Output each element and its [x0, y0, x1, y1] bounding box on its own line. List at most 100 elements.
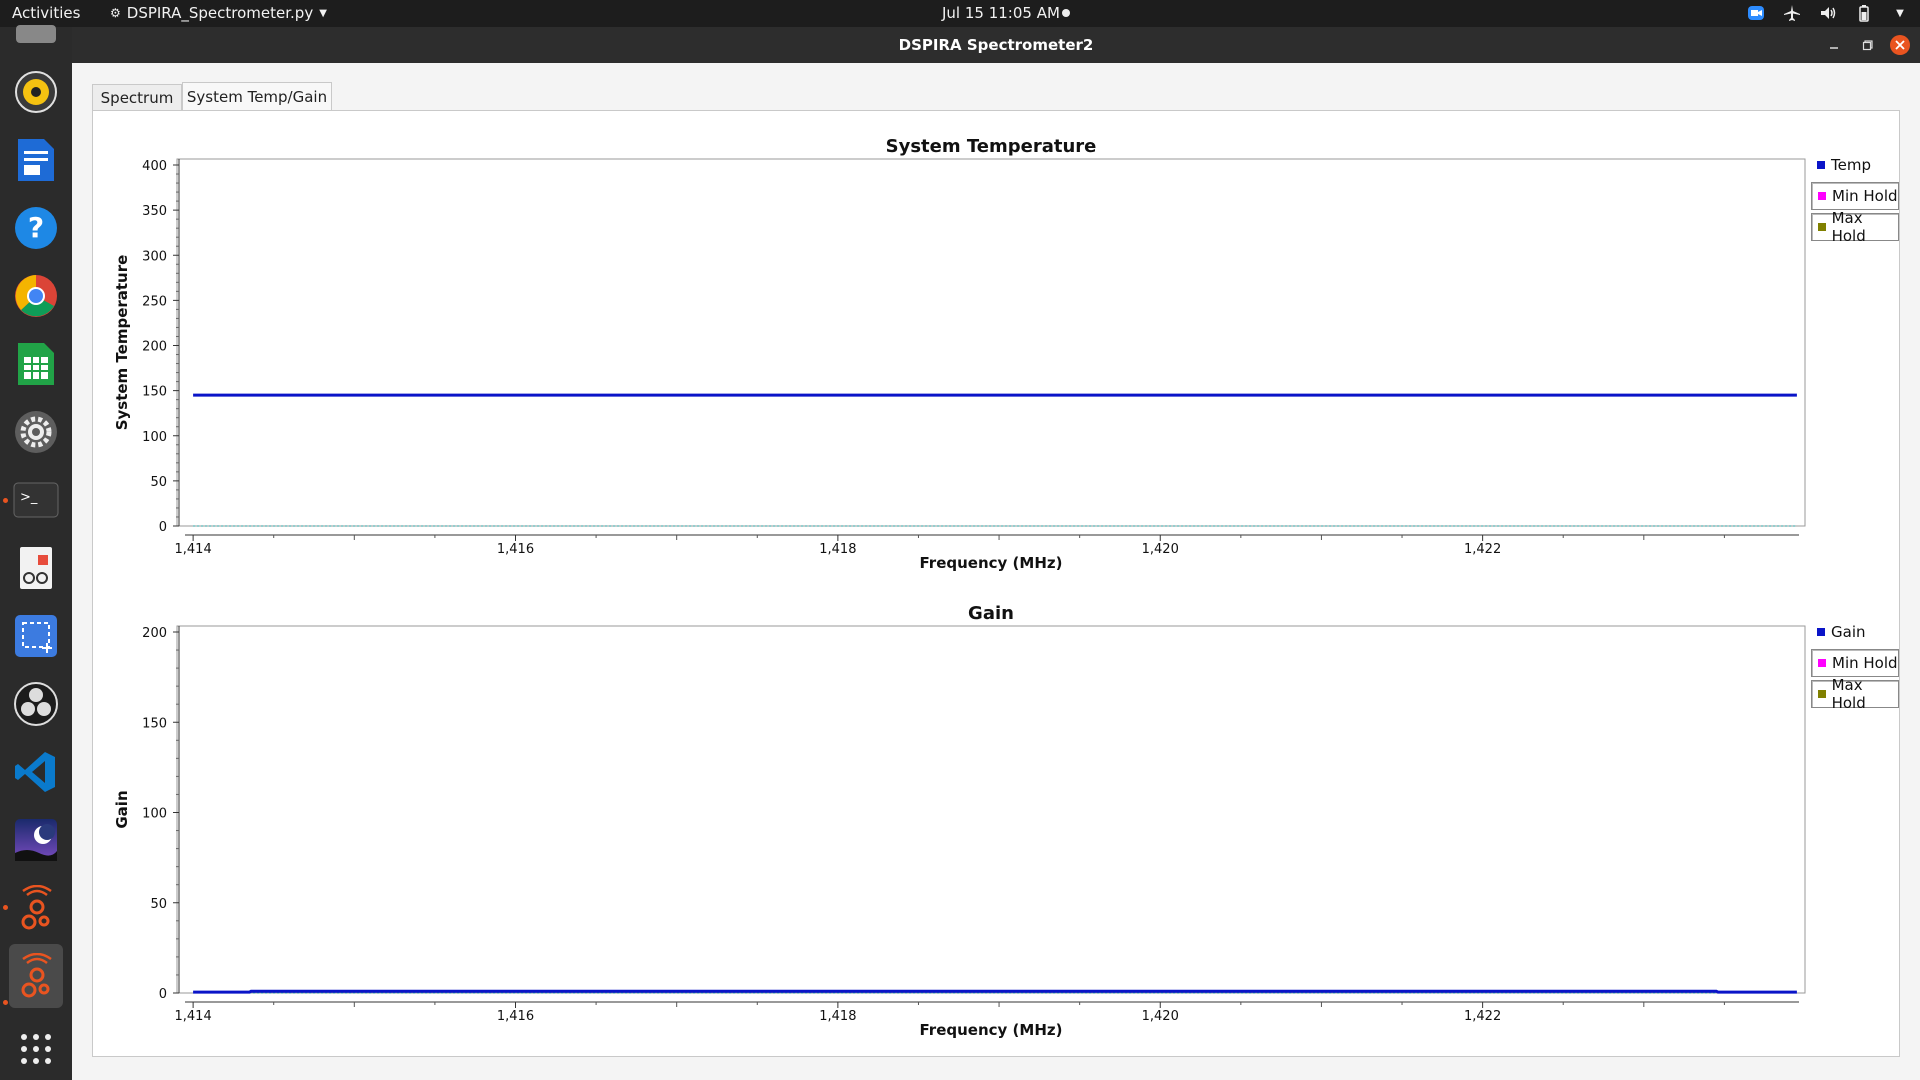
y-tick-label: 100 — [142, 807, 167, 822]
legend-label: Temp — [1831, 156, 1871, 174]
y-axis-title: System Temperature — [113, 255, 131, 431]
maximize-button[interactable] — [1858, 35, 1878, 55]
legend-label: Gain — [1831, 623, 1866, 641]
notification-dot-icon — [1062, 9, 1070, 17]
y-tick-label: 200 — [142, 340, 167, 355]
y-tick-label: 0 — [159, 987, 167, 1002]
system-tray[interactable]: ▼ — [1746, 3, 1910, 23]
document-viewer-icon[interactable] — [9, 541, 63, 595]
clock[interactable]: Jul 15 11:05 AM — [942, 4, 1060, 22]
y-tick-label: 150 — [142, 716, 167, 731]
x-tick-label: 1,414 — [175, 542, 212, 557]
tab-label: System Temp/Gain — [186, 88, 328, 106]
running-indicator-icon — [3, 498, 8, 503]
stellarium-icon[interactable] — [9, 813, 63, 867]
legend-item-min-hold[interactable]: Min Hold — [1811, 649, 1899, 677]
legend-swatch-icon — [1818, 223, 1826, 231]
legend-item-min-hold[interactable]: Min Hold — [1811, 182, 1899, 210]
system-temperature-chart: System Temperature 0 50 100 150 200 250 300 350 4… — [113, 136, 1806, 572]
gnuradio-icon[interactable] — [9, 881, 63, 935]
y-tick-label: 50 — [150, 475, 167, 490]
legend-item-temp[interactable]: Temp — [1811, 151, 1899, 179]
app-menu-icon: ⚙ — [110, 6, 121, 20]
legend-swatch-icon — [1818, 192, 1826, 200]
x-tick-label: 1,414 — [175, 1009, 212, 1024]
plot-area — [176, 625, 1806, 994]
legend-swatch-icon — [1817, 628, 1825, 636]
y-tick-label: 50 — [150, 897, 167, 912]
title-bar[interactable]: DSPIRA Spectrometer2 — [72, 27, 1920, 63]
tab-system-temp-gain[interactable]: System Temp/Gain — [182, 82, 332, 111]
minimize-button[interactable] — [1824, 35, 1844, 55]
gain-series-line — [193, 989, 1797, 994]
window-title: DSPIRA Spectrometer2 — [898, 36, 1094, 54]
legend-item-max-hold[interactable]: Max Hold — [1811, 676, 1899, 712]
chart-title: Gain — [968, 603, 1014, 624]
screenshot-icon[interactable] — [9, 609, 63, 663]
plots-canvas: System Temperature 0 50 100 150 200 250 300 350 4… — [113, 136, 1806, 1039]
x-tick-label: 1,418 — [819, 1009, 856, 1024]
close-button[interactable] — [1890, 35, 1910, 55]
x-tick-label: 1,420 — [1142, 542, 1179, 557]
legend-label: Min Hold — [1832, 654, 1898, 672]
legend-label: Max Hold — [1831, 676, 1866, 712]
y-tick-label: 200 — [142, 626, 167, 641]
app-menu-label: DSPIRA_Spectrometer.py — [126, 4, 314, 22]
y-tick-label: 150 — [142, 385, 167, 400]
vscode-icon[interactable] — [9, 745, 63, 799]
y-tick-label: 100 — [142, 430, 167, 445]
x-axis-title: Frequency (MHz) — [920, 554, 1063, 572]
airplane-mode-icon[interactable] — [1782, 3, 1802, 23]
legend-swatch-icon — [1817, 161, 1825, 169]
calc-icon[interactable] — [9, 337, 63, 391]
legend-swatch-icon — [1818, 659, 1826, 667]
app-menu[interactable]: ⚙ DSPIRA_Spectrometer.py ▼ — [110, 4, 327, 22]
help-icon[interactable]: ? — [9, 201, 63, 255]
y-tick-label: 350 — [142, 204, 167, 219]
legend-label: Min Hold — [1832, 187, 1898, 205]
terminal-icon[interactable]: >_ — [9, 473, 63, 527]
x-tick-label: 1,416 — [497, 542, 534, 557]
x-tick-label: 1,418 — [819, 542, 856, 557]
x-axis-title: Frequency (MHz) — [920, 1021, 1063, 1039]
gnuradio-icon[interactable] — [9, 944, 63, 1008]
dock: ? >_ — [0, 25, 72, 1080]
app-grid-icon[interactable] — [9, 1022, 63, 1076]
running-indicator-icon — [3, 1000, 8, 1005]
top-bar: Activities ⚙ DSPIRA_Spectrometer.py ▼ Ju… — [0, 0, 1920, 27]
gain-chart: Gain 0 50 100 150 200 Gain 1,414 1,416 1,418 1,420… — [113, 603, 1806, 1039]
chevron-down-icon[interactable]: ▼ — [1890, 3, 1910, 23]
zoom-icon[interactable] — [1746, 3, 1766, 23]
writer-icon[interactable] — [9, 133, 63, 187]
volume-icon[interactable] — [1818, 3, 1838, 23]
plot-area — [176, 158, 1806, 527]
app-window: DSPIRA Spectrometer2 Spectrum System Tem… — [72, 27, 1920, 1080]
x-tick-label: 1,422 — [1464, 542, 1501, 557]
running-indicator-icon — [3, 905, 8, 910]
y-tick-label: 0 — [159, 520, 167, 535]
x-tick-label: 1,420 — [1142, 1009, 1179, 1024]
x-tick-label: 1,422 — [1464, 1009, 1501, 1024]
chrome-icon[interactable] — [9, 269, 63, 323]
obs-icon[interactable] — [9, 677, 63, 731]
chart-title: System Temperature — [886, 136, 1097, 157]
legend-label: Max Hold — [1831, 209, 1866, 245]
dock-item-partial[interactable] — [9, 7, 63, 61]
y-tick-label: 250 — [142, 294, 167, 309]
tab-panel: System Temperature 0 50 100 150 200 250 300 350 4… — [92, 110, 1900, 1057]
legend-item-max-hold[interactable]: Max Hold — [1811, 209, 1899, 245]
close-icon — [1895, 40, 1905, 50]
tab-spectrum[interactable]: Spectrum — [92, 84, 182, 110]
y-tick-label: 400 — [142, 159, 167, 174]
svg-text:?: ? — [28, 211, 44, 244]
y-axis-title: Gain — [113, 790, 131, 828]
legend-item-gain[interactable]: Gain — [1811, 618, 1899, 646]
settings-icon[interactable] — [9, 405, 63, 459]
chevron-down-icon: ▼ — [319, 7, 327, 19]
tab-label: Spectrum — [100, 88, 174, 107]
svg-text:>_: >_ — [20, 490, 38, 505]
rhythmbox-icon[interactable] — [9, 65, 63, 119]
x-tick-label: 1,416 — [497, 1009, 534, 1024]
battery-icon[interactable] — [1854, 3, 1874, 23]
legend-swatch-icon — [1818, 690, 1826, 698]
